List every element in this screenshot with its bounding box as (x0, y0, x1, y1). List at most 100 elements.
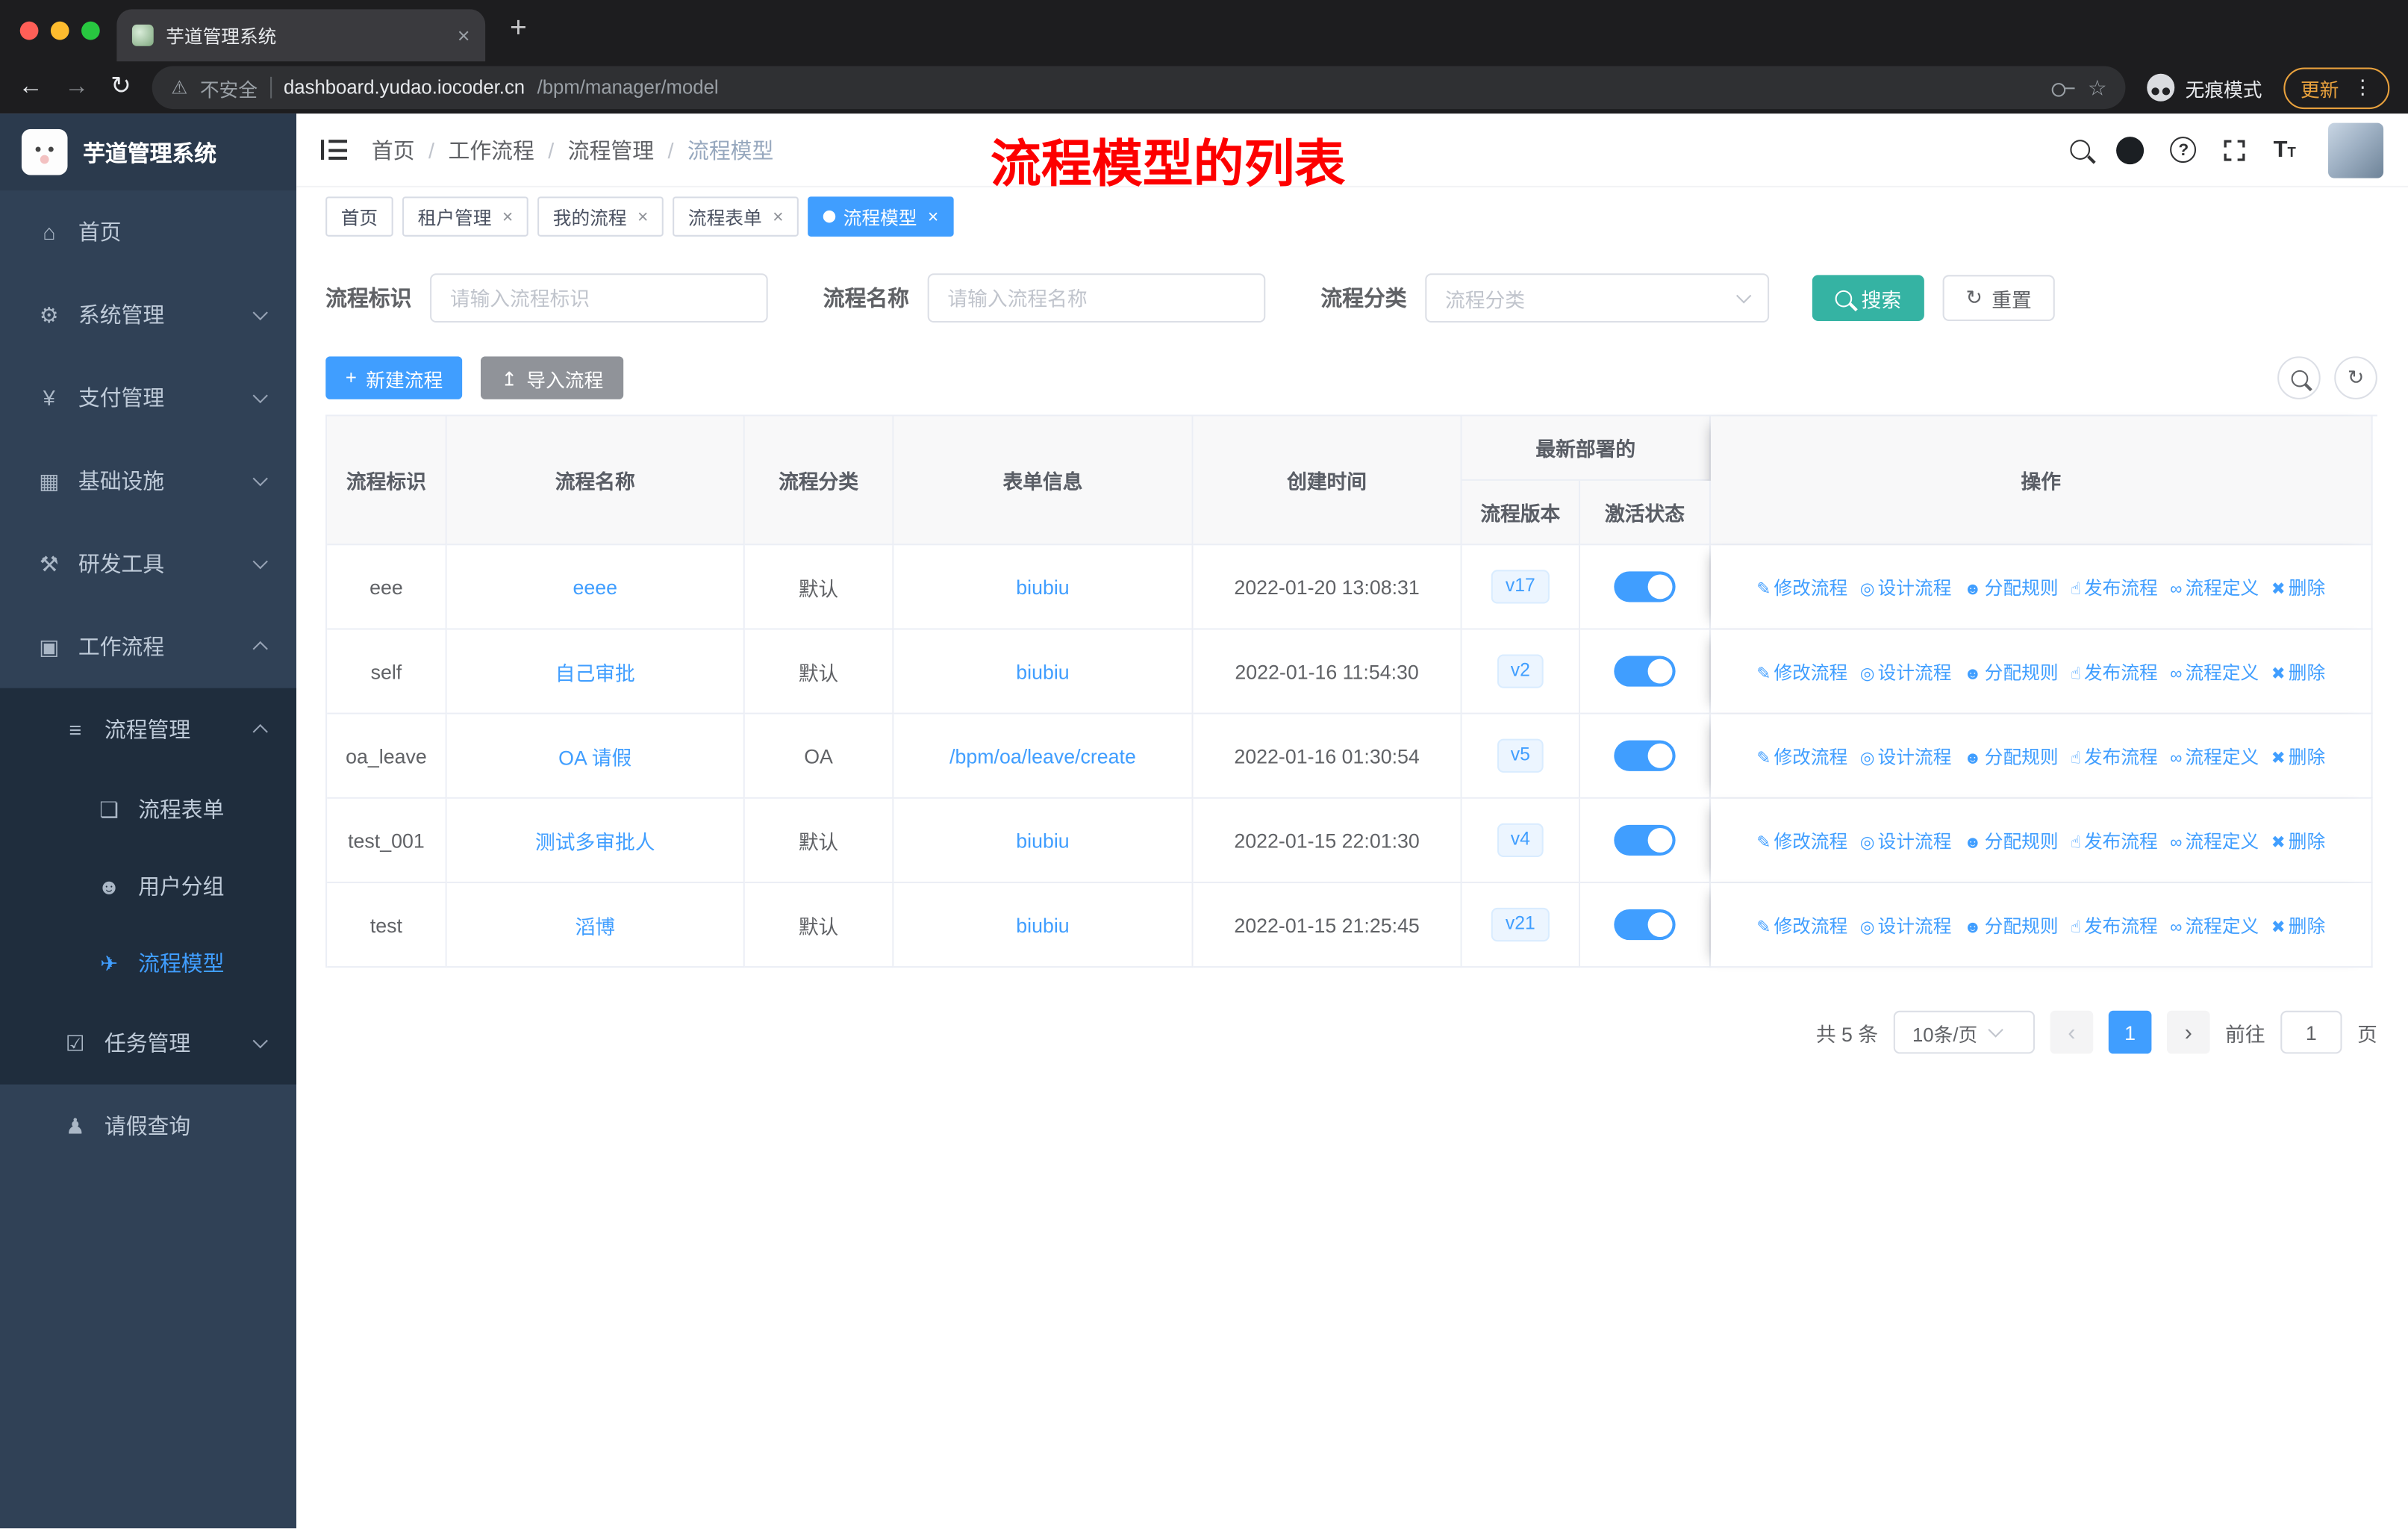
password-key-icon[interactable] (2052, 81, 2076, 96)
search-button[interactable]: 搜索 (1812, 275, 1924, 321)
action-definition[interactable]: ∞ 流程定义 (2170, 746, 2259, 767)
sidebar-item-leave-query[interactable]: ♟ 请假查询 (0, 1085, 296, 1168)
github-icon[interactable] (2116, 136, 2145, 164)
form-info-link[interactable]: biubiu (1016, 575, 1069, 598)
action-publish[interactable]: ☝ 发布流程 (2071, 915, 2158, 936)
action-assign-rule[interactable]: ☻ 分配规则 (1964, 830, 2059, 852)
close-icon[interactable]: × (502, 206, 513, 228)
action-definition[interactable]: ∞ 流程定义 (2170, 830, 2259, 852)
next-page-button[interactable]: › (2166, 1010, 2210, 1054)
sidebar-item-workflow[interactable]: ▣ 工作流程 (0, 605, 296, 688)
tab-close-icon[interactable]: × (458, 23, 470, 48)
action-edit[interactable]: ✎ 修改流程 (1756, 830, 1847, 852)
refresh-button[interactable]: ↻ (2334, 356, 2377, 399)
active-toggle[interactable] (1614, 740, 1676, 771)
browser-tab[interactable]: 芋道管理系统 × (116, 9, 486, 62)
avatar[interactable] (2328, 122, 2384, 178)
form-info-link[interactable]: biubiu (1016, 913, 1069, 936)
process-name-link[interactable]: eeee (573, 575, 617, 598)
action-publish[interactable]: ☝ 发布流程 (2071, 746, 2158, 767)
window-close-button[interactable] (19, 21, 39, 40)
page-size-select[interactable]: 10条/页 (1893, 1010, 2035, 1054)
action-delete[interactable]: ✖ 删除 (2271, 830, 2325, 852)
close-icon[interactable]: × (773, 206, 783, 228)
process-name-input[interactable] (927, 273, 1266, 323)
action-design[interactable]: ◎ 设计流程 (1860, 830, 1952, 852)
process-id-input[interactable] (430, 273, 768, 323)
action-definition[interactable]: ∞ 流程定义 (2170, 661, 2259, 683)
tab-home[interactable]: 首页 (325, 196, 393, 237)
sidebar-item-home[interactable]: ⌂ 首页 (0, 190, 296, 273)
sidebar-item-payment[interactable]: ¥ 支付管理 (0, 356, 296, 439)
action-design[interactable]: ◎ 设计流程 (1860, 746, 1952, 767)
action-publish[interactable]: ☝ 发布流程 (2071, 577, 2158, 599)
active-toggle[interactable] (1614, 655, 1676, 687)
bookmark-star-icon[interactable]: ☆ (2088, 75, 2107, 101)
breadcrumb-item[interactable]: 首页 (372, 134, 415, 165)
tab-process-model[interactable]: 流程模型 × (808, 196, 954, 237)
action-assign-rule[interactable]: ☻ 分配规则 (1964, 746, 2059, 767)
form-info-link[interactable]: /bpm/oa/leave/create (949, 744, 1136, 767)
action-delete[interactable]: ✖ 删除 (2271, 661, 2325, 683)
tab-tenant-mgmt[interactable]: 租户管理 × (402, 196, 528, 237)
tab-my-process[interactable]: 我的流程 × (537, 196, 664, 237)
sidebar-item-task-mgmt[interactable]: ☑ 任务管理 (0, 1001, 296, 1084)
toggle-search-button[interactable] (2277, 356, 2321, 399)
import-process-button[interactable]: ↥ 导入流程 (481, 356, 623, 399)
process-category-select[interactable]: 流程分类 (1425, 273, 1770, 323)
sidebar-item-process-form[interactable]: ❏ 流程表单 (0, 771, 296, 848)
address-bar[interactable]: ⚠ 不安全 dashboard.yudao.iocoder.cn /bpm/ma… (152, 66, 2126, 110)
sidebar-item-user-group[interactable]: ☻ 用户分组 (0, 848, 296, 925)
new-tab-button[interactable]: + (510, 12, 527, 46)
action-assign-rule[interactable]: ☻ 分配规则 (1964, 661, 2059, 683)
action-publish[interactable]: ☝ 发布流程 (2071, 661, 2158, 683)
help-icon[interactable]: ? (2170, 137, 2197, 164)
close-icon[interactable]: × (928, 206, 938, 228)
browser-menu-icon[interactable]: ⋮ (2353, 75, 2373, 100)
active-toggle[interactable] (1614, 824, 1676, 856)
form-info-link[interactable]: biubiu (1016, 660, 1069, 683)
action-publish[interactable]: ☝ 发布流程 (2071, 830, 2158, 852)
search-icon[interactable] (2071, 140, 2091, 160)
process-name-link[interactable]: OA 请假 (558, 746, 631, 769)
current-page-button[interactable]: 1 (2108, 1010, 2152, 1054)
action-definition[interactable]: ∞ 流程定义 (2170, 915, 2259, 936)
reload-button[interactable]: ↻ (110, 75, 131, 100)
close-icon[interactable]: × (637, 206, 648, 228)
breadcrumb-item[interactable]: 流程管理 (568, 134, 654, 165)
action-design[interactable]: ◎ 设计流程 (1860, 577, 1952, 599)
sidebar-item-process-model[interactable]: ✈ 流程模型 (0, 925, 296, 1002)
process-name-link[interactable]: 滔博 (575, 915, 615, 938)
active-toggle[interactable] (1614, 571, 1676, 602)
window-zoom-button[interactable] (81, 21, 100, 40)
sidebar-item-process-mgmt[interactable]: ≡ 流程管理 (0, 688, 296, 771)
goto-page-input[interactable] (2280, 1010, 2342, 1054)
action-edit[interactable]: ✎ 修改流程 (1756, 661, 1847, 683)
action-delete[interactable]: ✖ 删除 (2271, 915, 2325, 936)
prev-page-button[interactable]: ‹ (2050, 1010, 2094, 1054)
browser-update-button[interactable]: 更新 ⋮ (2283, 66, 2390, 109)
action-assign-rule[interactable]: ☻ 分配规则 (1964, 915, 2059, 936)
sidebar-item-system[interactable]: ⚙ 系统管理 (0, 273, 296, 356)
create-process-button[interactable]: + 新建流程 (325, 356, 463, 399)
reset-button[interactable]: ↻ 重置 (1942, 275, 2055, 321)
sidebar-item-infra[interactable]: ▦ 基础设施 (0, 439, 296, 522)
font-size-icon[interactable]: TT (2274, 138, 2296, 161)
action-delete[interactable]: ✖ 删除 (2271, 746, 2325, 767)
form-info-link[interactable]: biubiu (1016, 829, 1069, 852)
action-edit[interactable]: ✎ 修改流程 (1756, 577, 1847, 599)
active-toggle[interactable] (1614, 909, 1676, 941)
action-edit[interactable]: ✎ 修改流程 (1756, 915, 1847, 936)
process-name-link[interactable]: 自己审批 (555, 661, 635, 685)
sidebar-collapse-icon[interactable] (320, 140, 347, 160)
action-edit[interactable]: ✎ 修改流程 (1756, 746, 1847, 767)
process-name-link[interactable]: 测试多审批人 (535, 830, 655, 853)
forward-button[interactable]: → (64, 75, 89, 100)
sidebar-item-devtools[interactable]: ⚒ 研发工具 (0, 523, 296, 605)
breadcrumb-item[interactable]: 工作流程 (449, 134, 534, 165)
back-button[interactable]: ← (19, 75, 43, 100)
action-assign-rule[interactable]: ☻ 分配规则 (1964, 577, 2059, 599)
fullscreen-icon[interactable] (2223, 137, 2248, 162)
tab-process-form[interactable]: 流程表单 × (673, 196, 799, 237)
window-minimize-button[interactable] (50, 21, 69, 40)
